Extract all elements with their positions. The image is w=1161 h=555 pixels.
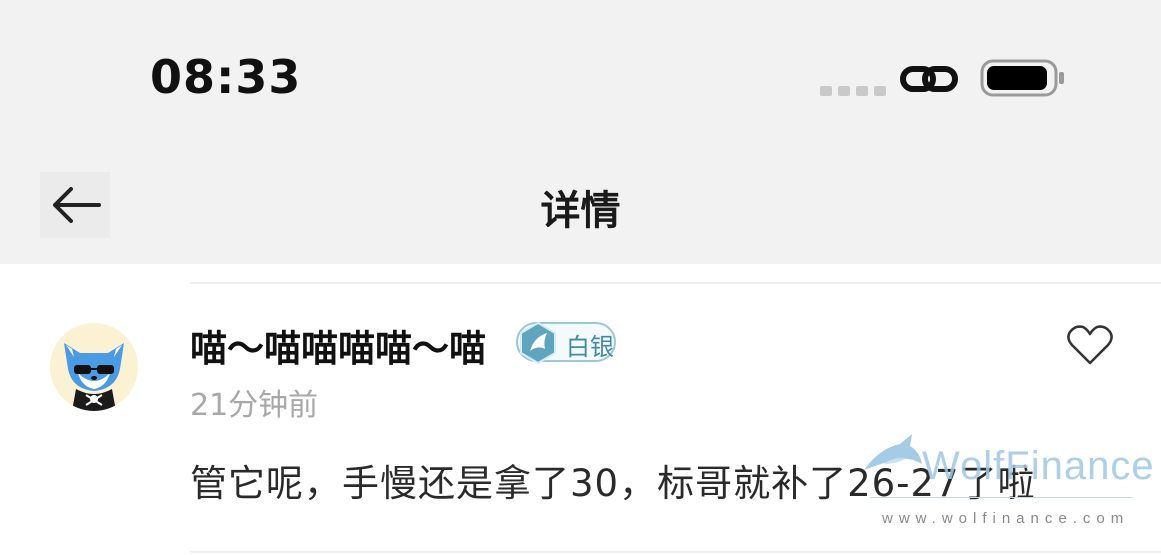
comment-timestamp: 21分钟前	[190, 388, 319, 423]
watermark-url: www.wolfinance.com	[882, 510, 1130, 527]
link-icon	[900, 66, 958, 92]
watermark-brand: WolfFinance	[922, 444, 1155, 488]
battery-icon	[980, 59, 1064, 97]
status-time: 08:33	[150, 50, 302, 104]
badge-label: 白银	[566, 333, 614, 361]
page-title: 详情	[540, 188, 621, 234]
avatar[interactable]	[50, 323, 138, 411]
wolf-logo-icon	[864, 434, 922, 470]
rank-badge: 白银	[516, 321, 616, 365]
username[interactable]: 喵～喵喵喵喵～喵	[190, 318, 486, 372]
signal-icon	[820, 86, 886, 96]
watermark-divider	[870, 497, 1132, 498]
heart-outline-icon[interactable]	[1066, 324, 1114, 366]
wolf-avatar-icon	[50, 323, 138, 411]
nav-bar: 详情	[0, 150, 1161, 264]
watermark: WolfFinance www.wolfinance.com	[860, 430, 1154, 540]
divider	[190, 551, 1161, 553]
silver-rank-icon	[520, 321, 556, 365]
status-bar: 08:33	[0, 0, 1161, 150]
divider	[190, 282, 1161, 284]
